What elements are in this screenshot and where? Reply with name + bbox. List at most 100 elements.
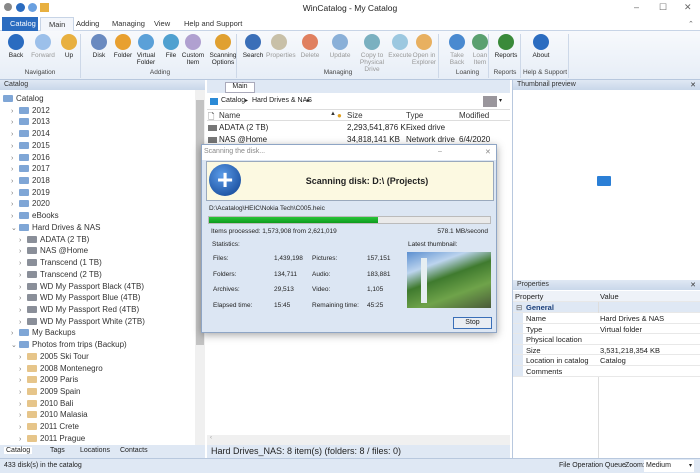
collapse-group-icon[interactable]: ⊟ [516,303,522,312]
tree-item-2009-paris[interactable]: › 2009 Paris [19,374,78,385]
tree-item-hard-drives-nas[interactable]: ⌄ Hard Drives & NAS [11,222,100,233]
tree-item-2013[interactable]: › 2013 [11,116,50,127]
tree-item-2020[interactable]: › 2020 [11,198,50,209]
collapsed-icon[interactable]: › [19,293,27,304]
about-button[interactable]: About [528,34,554,59]
collapsed-icon[interactable]: › [19,387,27,398]
collapsed-icon[interactable]: › [19,399,27,410]
tree-item-ebooks[interactable]: › eBooks [11,210,59,221]
collapsed-icon[interactable]: › [19,270,27,281]
tab-main-doc[interactable]: Main [225,82,255,93]
tree-item-2008-montenegro[interactable]: › 2008 Montenegro [19,363,103,374]
collapsed-icon[interactable]: › [19,375,27,386]
properties-button[interactable]: Properties [266,34,296,59]
view-mode-dropdown-icon[interactable]: ▾ [499,97,502,104]
maximize-button[interactable]: ☐ [659,2,667,13]
properties-group[interactable]: ⊟ General [513,302,700,313]
view-mode-button[interactable] [483,96,497,107]
collapsed-icon[interactable]: › [11,328,19,339]
zoom-select[interactable]: Medium ▾ [644,460,694,472]
bottom-tab-tags[interactable]: Tags [50,447,65,454]
property-row[interactable]: Physical location [513,334,700,345]
update-button[interactable]: Update [327,34,353,59]
tree-item-my-backups[interactable]: › My Backups [11,327,76,338]
tree-item-2010-bali[interactable]: › 2010 Bali [19,398,73,409]
collapsed-icon[interactable]: › [19,305,27,316]
property-row[interactable]: Size 3,531,218,354 KB [513,344,700,356]
tab-view[interactable]: View [146,17,178,31]
tree-item-2012[interactable]: › 2012 [11,105,50,116]
tree-item-2011-prague[interactable]: › 2011 Prague [19,433,85,444]
collapsed-icon[interactable]: › [19,410,27,421]
reports-button[interactable]: Reports [493,34,519,59]
breadcrumb-catalog[interactable]: Catalog [221,97,245,104]
tree-item-2015[interactable]: › 2015 [11,140,50,151]
collapsed-icon[interactable]: › [19,434,27,445]
tree-item-2014[interactable]: › 2014 [11,128,50,139]
tree-item-2009-spain[interactable]: › 2009 Spain [19,386,80,397]
table-row[interactable]: ADATA (2 TB) 2,293,541,876 K... Fixed driv… [207,122,510,134]
property-row[interactable]: Location in catalog Catalog [513,355,700,366]
collapsed-icon[interactable]: › [19,258,27,269]
collapsed-icon[interactable]: › [19,235,27,246]
tree-item-wd-my-passport-white-2tb[interactable]: › WD My Passport White (2TB) [19,316,145,327]
bottom-tab-catalog[interactable]: Catalog [4,447,33,454]
stop-button[interactable]: Stop [453,317,492,329]
dialog-close-button[interactable]: ✕ [485,148,491,156]
tree-item-2017[interactable]: › 2017 [11,163,50,174]
property-row[interactable]: Name Hard Drives & NAS [513,313,700,324]
copy-to-physical-drive-button[interactable]: Copy to Physical Drive [356,34,388,73]
column-name[interactable]: Name [219,111,240,120]
close-properties-icon[interactable]: ✕ [690,281,696,289]
tree-item-2019[interactable]: › 2019 [11,187,50,198]
delete-button[interactable]: Delete [297,34,323,59]
collapsed-icon[interactable]: › [19,317,27,328]
loan-item-button[interactable]: Loan Item [467,34,493,66]
collapsed-icon[interactable]: › [19,352,27,363]
collapsed-icon[interactable]: › [11,211,19,222]
tree-item-2011-crete[interactable]: › 2011 Crete [19,421,79,432]
collapsed-icon[interactable]: › [11,106,19,117]
execute-button[interactable]: Execute [387,34,413,59]
tab-help-and-support[interactable]: Help and Support [176,17,250,31]
dialog-minimize-button[interactable]: – [438,148,442,155]
collapsed-icon[interactable]: › [11,153,19,164]
collapsed-icon[interactable]: › [19,422,27,433]
virtual-folder-button[interactable]: Virtual Folder [133,34,159,66]
tree-item-wd-my-passport-black-4tb[interactable]: › WD My Passport Black (4TB) [19,281,144,292]
tree-item-2016[interactable]: › 2016 [11,152,50,163]
collapsed-icon[interactable]: › [11,176,19,187]
collapsed-icon[interactable]: › [19,282,27,293]
expanded-icon[interactable]: ⌄ [11,223,19,234]
minimize-button[interactable]: – [634,2,639,12]
collapsed-icon[interactable]: › [11,164,19,175]
column-type[interactable]: Type [406,111,423,120]
file-operation-queue[interactable]: File Operation Queue [559,462,626,469]
disk-button[interactable]: Disk [86,34,112,59]
collapsed-icon[interactable]: › [19,364,27,375]
collapsed-icon[interactable]: › [11,188,19,199]
property-row[interactable]: Type Virtual folder [513,323,700,335]
collapsed-icon[interactable]: › [11,141,19,152]
breadcrumb-hard-drives[interactable]: Hard Drives & NAS [252,97,312,104]
bottom-tab-contacts[interactable]: Contacts [120,447,148,454]
expanded-icon[interactable]: ⌄ [11,340,19,351]
tree-item-wd-my-passport-red-4tb[interactable]: › WD My Passport Red (4TB) [19,304,139,315]
close-button[interactable]: ✕ [684,2,692,13]
collapsed-icon[interactable]: › [11,199,19,210]
tree-item-photos-from-trips-backup[interactable]: ⌄ Photos from trips (Backup) [11,339,127,350]
column-modified[interactable]: Modified [459,111,489,120]
tree-item-wd-my-passport-blue-4tb[interactable]: › WD My Passport Blue (4TB) [19,292,140,303]
close-thumbnail-icon[interactable]: ✕ [690,81,696,89]
forward-button[interactable]: Forward [30,34,56,59]
tree-item-transcend-2-tb[interactable]: › Transcend (2 TB) [19,269,102,280]
open-in-explorer-button[interactable]: Open in Explorer [411,34,437,66]
tab-adding[interactable]: Adding [68,17,107,31]
tab-catalog[interactable]: Catalog [2,17,38,31]
tree-item-catalog[interactable]: Catalog [3,93,44,104]
tree-item-2010-malasia[interactable]: › 2010 Malasia [19,409,88,420]
bottom-tab-locations[interactable]: Locations [80,447,110,454]
tree-item-nas-home[interactable]: › NAS @Home [19,245,88,256]
tree-item-adata-2-tb[interactable]: › ADATA (2 TB) [19,234,89,245]
collapse-ribbon-icon[interactable]: ⌃ [688,20,694,28]
